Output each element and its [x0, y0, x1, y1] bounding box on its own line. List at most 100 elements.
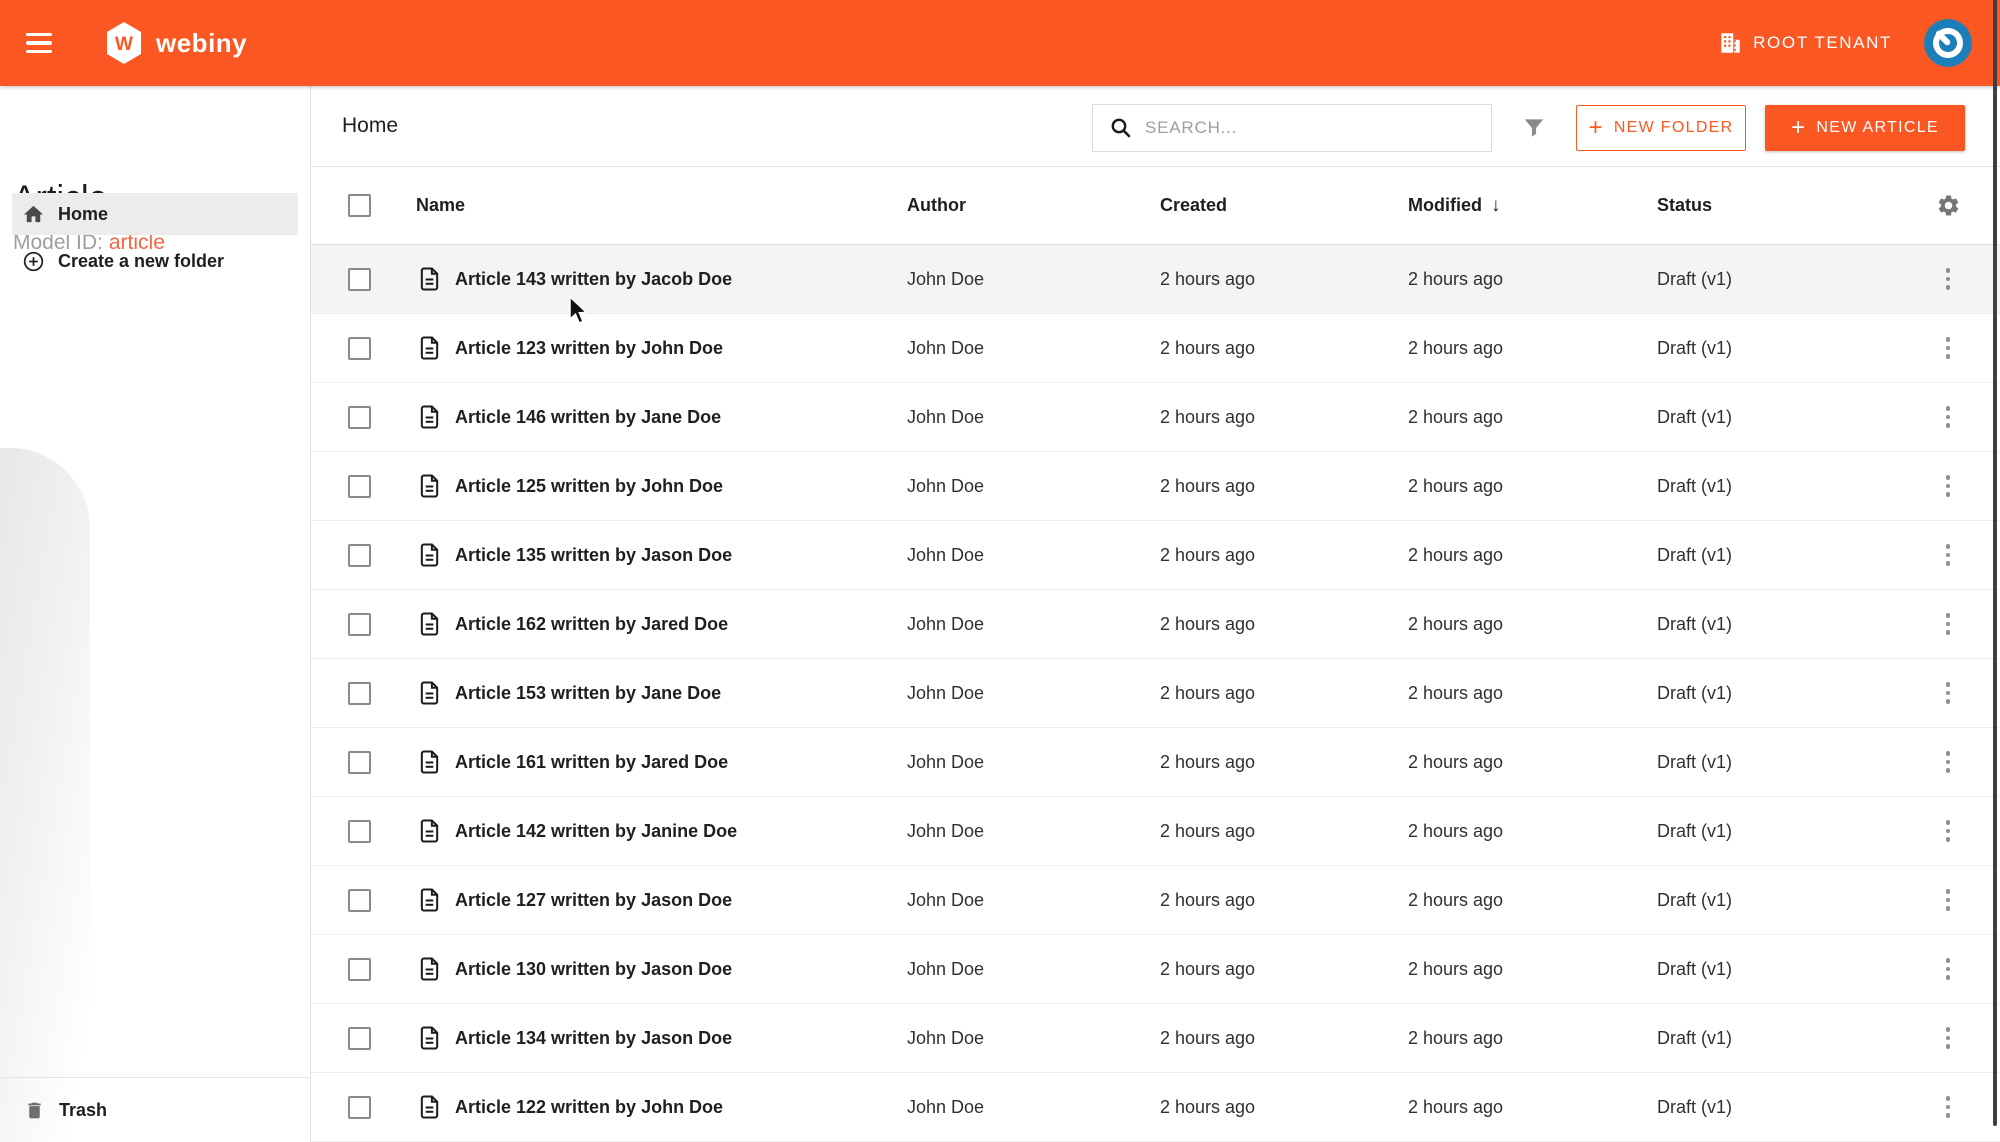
- author-cell: John Doe: [907, 475, 985, 496]
- row-menu-button[interactable]: [1940, 745, 1957, 779]
- table-row[interactable]: Article 162 written by Jared Doe John Do…: [311, 590, 2000, 659]
- article-name[interactable]: Article 146 written by Jane Doe: [455, 407, 721, 428]
- row-checkbox[interactable]: [348, 336, 371, 360]
- document-icon: [420, 888, 439, 912]
- article-name[interactable]: Article 153 written by Jane Doe: [455, 683, 721, 704]
- filter-button[interactable]: [1517, 112, 1551, 144]
- column-header-name[interactable]: Name: [416, 195, 465, 216]
- plus-icon: [1791, 116, 1806, 140]
- column-settings-button[interactable]: [1936, 193, 1961, 218]
- row-checkbox[interactable]: [348, 405, 371, 429]
- column-header-modified[interactable]: Modified: [1408, 195, 1482, 216]
- article-name[interactable]: Article 135 written by Jason Doe: [455, 545, 732, 566]
- drawer-shadow: [0, 448, 90, 1142]
- row-checkbox[interactable]: [348, 1026, 371, 1050]
- document-icon: [420, 405, 439, 429]
- article-name[interactable]: Article 125 written by John Doe: [455, 476, 723, 497]
- article-name[interactable]: Article 123 written by John Doe: [455, 338, 723, 359]
- row-menu-button[interactable]: [1940, 676, 1957, 710]
- column-header-created[interactable]: Created: [1160, 195, 1227, 216]
- status-cell: Draft (v1): [1657, 889, 1733, 910]
- sidebar-item-trash[interactable]: Trash: [24, 1086, 107, 1134]
- article-name[interactable]: Article 122 written by John Doe: [455, 1097, 723, 1118]
- user-avatar[interactable]: [1924, 19, 1972, 67]
- row-checkbox[interactable]: [348, 612, 371, 636]
- article-name[interactable]: Article 134 written by Jason Doe: [455, 1028, 732, 1049]
- created-cell: 2 hours ago: [1160, 1096, 1256, 1117]
- created-cell: 2 hours ago: [1160, 475, 1256, 496]
- status-cell: Draft (v1): [1657, 820, 1733, 841]
- table-row[interactable]: Article 130 written by Jason Doe John Do…: [311, 935, 2000, 1004]
- row-checkbox[interactable]: [348, 474, 371, 498]
- document-icon: [420, 474, 439, 498]
- modified-cell: 2 hours ago: [1408, 268, 1504, 289]
- row-checkbox[interactable]: [348, 1095, 371, 1119]
- menu-icon[interactable]: [26, 33, 52, 53]
- row-checkbox[interactable]: [348, 819, 371, 843]
- vertical-scrollbar[interactable]: [1993, 0, 1997, 1126]
- column-header-status[interactable]: Status: [1657, 195, 1712, 216]
- new-article-button[interactable]: NEW ARTICLE: [1765, 105, 1965, 151]
- row-checkbox[interactable]: [348, 681, 371, 705]
- document-icon: [420, 543, 439, 567]
- new-folder-button[interactable]: NEW FOLDER: [1576, 105, 1746, 151]
- table-row[interactable]: Article 146 written by Jane Doe John Doe…: [311, 383, 2000, 452]
- row-menu-button[interactable]: [1940, 400, 1957, 434]
- tenant-selector[interactable]: ROOT TENANT: [1717, 30, 1892, 56]
- status-cell: Draft (v1): [1657, 613, 1733, 634]
- row-menu-button[interactable]: [1940, 952, 1957, 986]
- column-header-author[interactable]: Author: [907, 195, 966, 216]
- sidebar-item-home[interactable]: Home: [12, 193, 298, 235]
- table-row[interactable]: Article 135 written by Jason Doe John Do…: [311, 521, 2000, 590]
- created-cell: 2 hours ago: [1160, 958, 1256, 979]
- article-name[interactable]: Article 127 written by Jason Doe: [455, 890, 732, 911]
- created-cell: 2 hours ago: [1160, 751, 1256, 772]
- author-cell: John Doe: [907, 889, 985, 910]
- brand-wordmark: webiny: [156, 27, 248, 58]
- table-row[interactable]: Article 134 written by Jason Doe John Do…: [311, 1004, 2000, 1073]
- row-menu-button[interactable]: [1940, 814, 1957, 848]
- select-all-checkbox[interactable]: [348, 194, 371, 217]
- search-input[interactable]: [1145, 105, 1491, 151]
- sidebar: Article Model ID:article Home Create a n…: [0, 86, 311, 1142]
- table-row[interactable]: Article 142 written by Janine Doe John D…: [311, 797, 2000, 866]
- created-cell: 2 hours ago: [1160, 337, 1256, 358]
- created-cell: 2 hours ago: [1160, 544, 1256, 565]
- row-checkbox[interactable]: [348, 888, 371, 912]
- row-menu-button[interactable]: [1940, 883, 1957, 917]
- row-menu-button[interactable]: [1940, 469, 1957, 503]
- article-name[interactable]: Article 162 written by Jared Doe: [455, 614, 728, 635]
- sort-desc-icon[interactable]: ↓: [1491, 195, 1501, 217]
- trash-icon: [28, 1102, 41, 1118]
- trash-divider: [0, 1077, 310, 1078]
- row-checkbox[interactable]: [348, 267, 371, 291]
- row-menu-button[interactable]: [1940, 1090, 1957, 1124]
- modified-cell: 2 hours ago: [1408, 751, 1504, 772]
- table-row[interactable]: Article 122 written by John Doe John Doe…: [311, 1073, 2000, 1142]
- article-name[interactable]: Article 143 written by Jacob Doe: [455, 269, 732, 290]
- table-row[interactable]: Article 123 written by John Doe John Doe…: [311, 314, 2000, 383]
- status-cell: Draft (v1): [1657, 958, 1733, 979]
- table-row[interactable]: Article 127 written by Jason Doe John Do…: [311, 866, 2000, 935]
- article-name[interactable]: Article 142 written by Janine Doe: [455, 821, 737, 842]
- content-toolbar: Home NEW FOLDER NEW ARTICLE: [311, 86, 2000, 167]
- article-name[interactable]: Article 130 written by Jason Doe: [455, 959, 732, 980]
- article-name[interactable]: Article 161 written by Jared Doe: [455, 752, 728, 773]
- webiny-logo-icon[interactable]: W: [104, 21, 144, 65]
- author-cell: John Doe: [907, 406, 985, 427]
- table-row[interactable]: Article 161 written by Jared Doe John Do…: [311, 728, 2000, 797]
- row-menu-button[interactable]: [1940, 607, 1957, 641]
- table-row[interactable]: Article 153 written by Jane Doe John Doe…: [311, 659, 2000, 728]
- row-checkbox[interactable]: [348, 957, 371, 981]
- row-menu-button[interactable]: [1940, 262, 1957, 296]
- document-icon: [420, 681, 439, 705]
- row-checkbox[interactable]: [348, 750, 371, 774]
- sidebar-item-create-folder[interactable]: Create a new folder: [12, 240, 298, 282]
- row-menu-button[interactable]: [1940, 331, 1957, 365]
- table-row[interactable]: Article 125 written by John Doe John Doe…: [311, 452, 2000, 521]
- row-menu-button[interactable]: [1940, 538, 1957, 572]
- trash-label: Trash: [59, 1099, 108, 1120]
- row-checkbox[interactable]: [348, 543, 371, 567]
- row-menu-button[interactable]: [1940, 1021, 1957, 1055]
- table-row[interactable]: Article 143 written by Jacob Doe John Do…: [311, 245, 2000, 314]
